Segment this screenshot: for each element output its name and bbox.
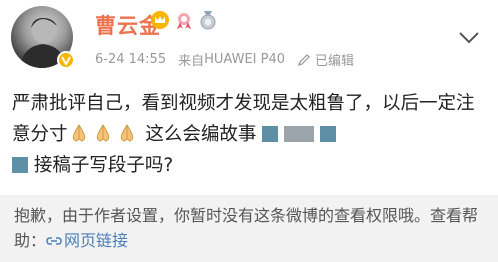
chevron-down-icon[interactable] xyxy=(458,30,480,44)
post-meta: 6-24 14:55 来自 HUAWEI P40 已编辑 xyxy=(95,50,354,69)
post-text-part3: 接稿子写段子吗? xyxy=(33,155,174,176)
post-text-part2: 这么会编故事 xyxy=(145,124,257,145)
edit-pencil-icon xyxy=(297,53,311,67)
permission-notice: 抱歉，由于作者设置，你暂时没有这条微博的查看权限哦。查看帮助： 网页链接 xyxy=(0,195,498,262)
crown-badge-icon[interactable] xyxy=(150,10,170,30)
pray-hands-icon xyxy=(92,122,114,144)
weibo-post-card: 曹云金 6-24 14:55 来自 HUAWEI P40 已编辑 严肃批评自己，… xyxy=(0,0,498,193)
post-time: 6-24 14:55 xyxy=(95,52,167,67)
ribbon-badge-icon[interactable] xyxy=(174,10,194,30)
notice-text-block: 抱歉，由于作者设置，你暂时没有这条微博的查看权限哦。查看帮助： 网页链接 xyxy=(14,203,484,253)
source-prefix: 来自 xyxy=(178,54,205,69)
verified-badge-icon xyxy=(57,51,75,69)
edited-label[interactable]: 已编辑 xyxy=(315,50,354,69)
web-link[interactable]: 网页链接 xyxy=(46,231,128,250)
web-link-label[interactable]: 网页链接 xyxy=(64,231,128,250)
pray-hands-icon xyxy=(68,122,90,144)
blurred-emoji-icon xyxy=(320,126,337,142)
source-device[interactable]: HUAWEI P40 xyxy=(204,52,285,67)
user-badges xyxy=(150,10,218,30)
post-content: 严肃批评自己，看到视频才发现是太粗鲁了，以后一定注意分寸 这么会编故事 接稿子写… xyxy=(12,88,492,181)
blurred-emoji-icon xyxy=(284,126,315,142)
blurred-emoji-icon xyxy=(12,157,28,173)
avatar[interactable] xyxy=(11,6,75,69)
blurred-emoji-icon xyxy=(262,126,279,142)
link-icon xyxy=(46,229,62,245)
medal-badge-icon[interactable] xyxy=(198,10,218,30)
pray-hands-icon xyxy=(116,122,138,144)
